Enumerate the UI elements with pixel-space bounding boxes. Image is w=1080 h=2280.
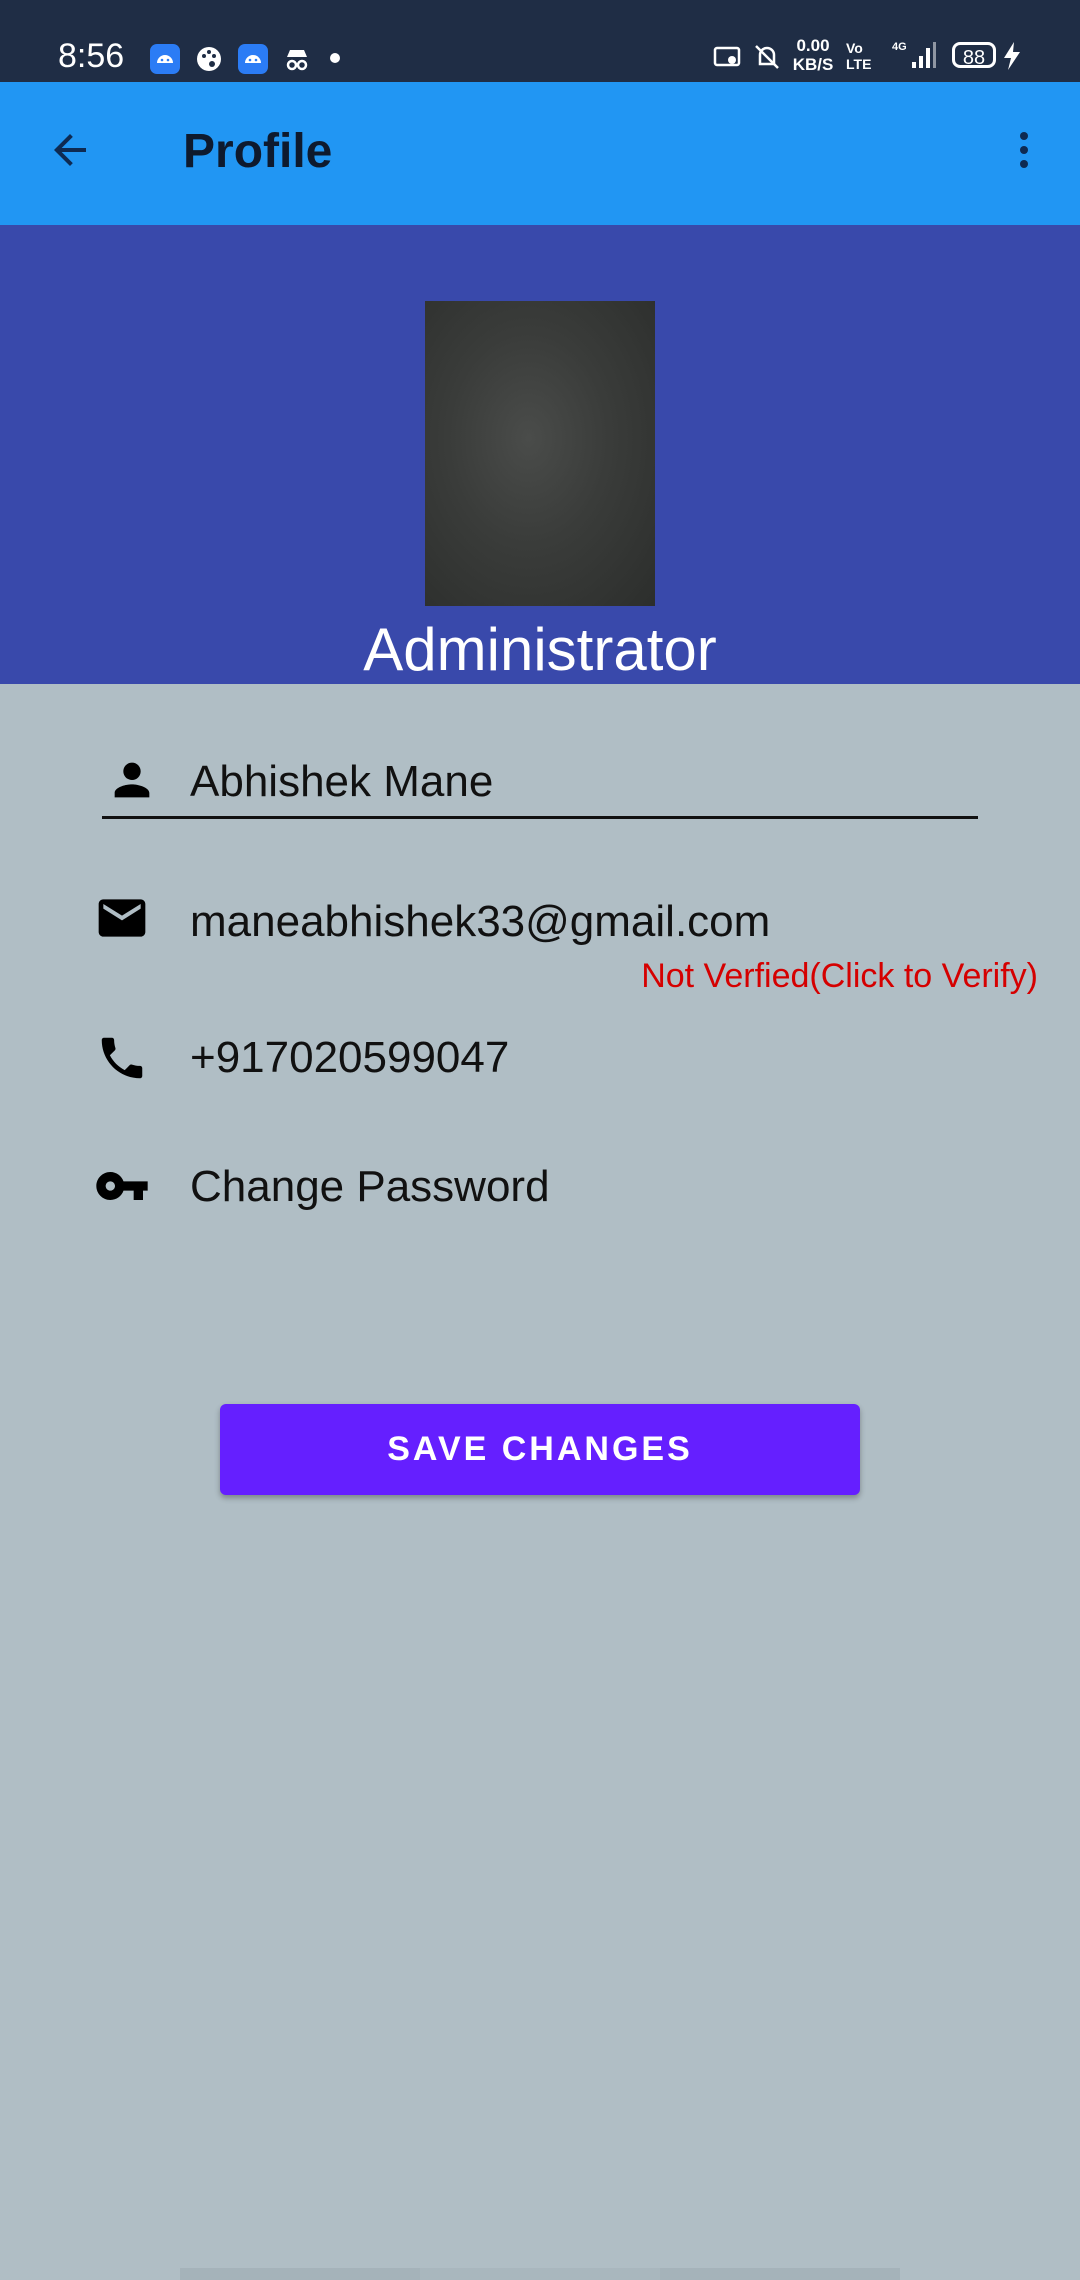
profile-photo[interactable] bbox=[425, 301, 655, 606]
phone-value: +917020599047 bbox=[190, 1033, 510, 1082]
status-time: 8:56 bbox=[58, 37, 125, 75]
name-input[interactable]: Abhishek Mane bbox=[190, 756, 493, 808]
notifications-off-icon bbox=[752, 38, 782, 74]
role-label: Administrator bbox=[363, 616, 717, 683]
cast-icon bbox=[712, 38, 742, 74]
nav-hint-segment bbox=[660, 2268, 900, 2280]
arrow-back-icon bbox=[46, 126, 94, 179]
charging-bolt-icon bbox=[1000, 38, 1024, 74]
name-field-underline bbox=[102, 816, 978, 819]
more-notifications-dot-icon bbox=[330, 53, 340, 63]
mail-icon bbox=[94, 890, 150, 946]
signal-4g-icon: 4G bbox=[890, 38, 936, 74]
android-app-notification-icon bbox=[150, 44, 180, 74]
svg-text:4G: 4G bbox=[892, 41, 907, 53]
volte-indicator: Vo LTE bbox=[846, 40, 872, 72]
profile-header: Administrator bbox=[0, 225, 1080, 684]
palette-notification-icon bbox=[194, 44, 224, 74]
android-app-notification-icon bbox=[238, 44, 268, 74]
person-icon bbox=[104, 752, 160, 808]
email-value: maneabhishek33@gmail.com bbox=[190, 897, 771, 946]
status-bar: 8:56 0.00 KB/S Vo LTE 4G 88 bbox=[0, 0, 1080, 82]
verify-email-link[interactable]: Not Verfied(Click to Verify) bbox=[641, 956, 1038, 996]
change-password-row[interactable]: Change Password bbox=[0, 1155, 1080, 1217]
nav-hint-segment bbox=[420, 2268, 660, 2280]
nav-hint-segment bbox=[180, 2268, 420, 2280]
save-changes-button[interactable]: SAVE CHANGES bbox=[220, 1404, 860, 1495]
overflow-menu-button[interactable] bbox=[984, 112, 1064, 192]
battery-indicator: 88 bbox=[952, 42, 996, 69]
phone-row: +917020599047 bbox=[0, 1030, 1080, 1090]
page-title: Profile bbox=[183, 125, 333, 178]
email-row: maneabhishek33@gmail.com Not Verfied(Cli… bbox=[0, 890, 1080, 1000]
phone-icon bbox=[94, 1030, 150, 1086]
key-icon bbox=[94, 1158, 150, 1214]
incognito-notification-icon bbox=[282, 44, 312, 74]
app-bar: Profile bbox=[0, 82, 1080, 225]
more-vert-icon bbox=[1000, 126, 1048, 179]
change-password-label[interactable]: Change Password bbox=[190, 1161, 550, 1213]
name-field[interactable]: Abhishek Mane bbox=[0, 748, 1080, 822]
network-speed: 0.00 KB/S bbox=[792, 36, 834, 74]
back-button[interactable] bbox=[30, 112, 110, 192]
